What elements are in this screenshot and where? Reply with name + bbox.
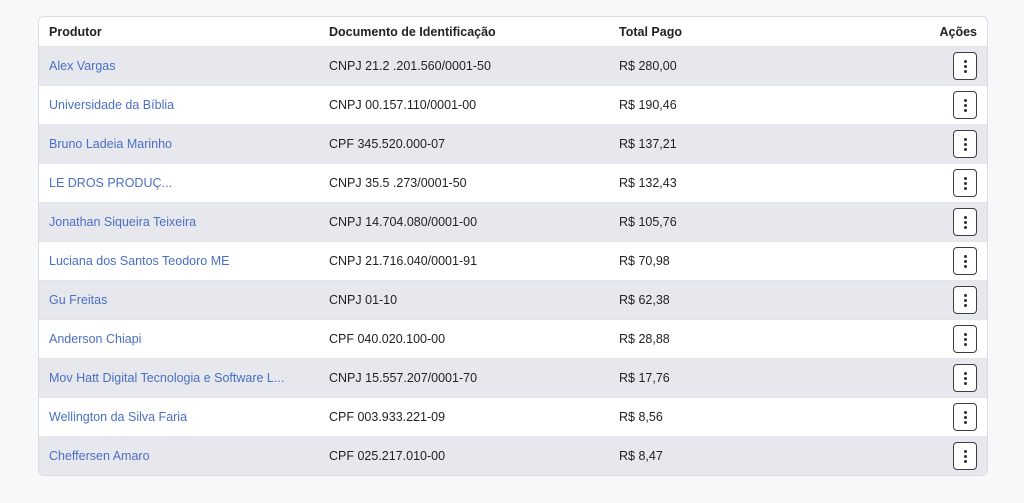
row-actions-button[interactable] xyxy=(953,364,977,392)
table-row: Cheffersen Amaro CPF 025.217.010-00 R$ 8… xyxy=(39,437,987,475)
producer-link[interactable]: Gu Freitas xyxy=(49,293,319,307)
producers-table: Produtor Documento de Identificação Tota… xyxy=(38,16,988,476)
row-actions-button[interactable] xyxy=(953,130,977,158)
producer-link[interactable]: Mov Hatt Digital Tecnologia e Software L… xyxy=(49,371,319,385)
kebab-vertical-icon xyxy=(963,215,967,229)
total-paid: R$ 17,76 xyxy=(619,371,670,385)
row-actions-button[interactable] xyxy=(953,169,977,197)
header-document: Documento de Identificação xyxy=(329,24,496,39)
table-row: LE DROS PRODUÇ... CNPJ 35.5 .273/0001-50… xyxy=(39,164,987,203)
producer-link[interactable]: Bruno Ladeia Marinho xyxy=(49,137,319,151)
header-actions: Ações xyxy=(909,25,987,39)
table-row: Bruno Ladeia Marinho CPF 345.520.000-07 … xyxy=(39,125,987,164)
header-actions-label: Ações xyxy=(939,24,977,39)
total-paid: R$ 105,76 xyxy=(619,215,677,229)
kebab-vertical-icon xyxy=(963,449,967,463)
total-paid: R$ 62,38 xyxy=(619,293,670,307)
document-id: CNPJ 21.716.040/0001-91 xyxy=(329,254,478,268)
table-row: Wellington da Silva Faria CPF 003.933.22… xyxy=(39,398,987,437)
document-id: CPF 345.520.000-07 xyxy=(329,137,446,151)
row-actions-button[interactable] xyxy=(953,52,977,80)
table-row: Universidade da Bíblia CNPJ 00.157.110/0… xyxy=(39,86,987,125)
header-total: Total Pago xyxy=(619,24,682,39)
total-paid: R$ 28,88 xyxy=(619,332,670,346)
kebab-vertical-icon xyxy=(963,98,967,112)
producer-link[interactable]: Wellington da Silva Faria xyxy=(49,410,319,424)
row-actions-button[interactable] xyxy=(953,286,977,314)
producer-link[interactable]: Cheffersen Amaro xyxy=(49,449,319,463)
kebab-vertical-icon xyxy=(963,137,967,151)
row-actions-button[interactable] xyxy=(953,325,977,353)
kebab-vertical-icon xyxy=(963,410,967,424)
table-row: Alex Vargas CNPJ 21.2 .201.560/0001-50 R… xyxy=(39,47,987,86)
document-id: CPF 003.933.221-09 xyxy=(329,410,446,424)
producer-link[interactable]: Alex Vargas xyxy=(49,59,319,73)
kebab-vertical-icon xyxy=(963,59,967,73)
total-paid: R$ 190,46 xyxy=(619,98,677,112)
table-header: Produtor Documento de Identificação Tota… xyxy=(39,17,987,47)
document-id: CNPJ 15.557.207/0001-70 xyxy=(329,371,478,385)
document-id: CNPJ 21.2 .201.560/0001-50 xyxy=(329,59,491,73)
row-actions-button[interactable] xyxy=(953,403,977,431)
total-paid: R$ 8,56 xyxy=(619,410,663,424)
document-id: CPF 040.020.100-00 xyxy=(329,332,446,346)
row-actions-button[interactable] xyxy=(953,91,977,119)
document-id: CNPJ 01-10 xyxy=(329,293,398,307)
document-id: CNPJ 35.5 .273/0001-50 xyxy=(329,176,467,190)
total-paid: R$ 280,00 xyxy=(619,59,677,73)
kebab-vertical-icon xyxy=(963,371,967,385)
producer-link[interactable]: LE DROS PRODUÇ... xyxy=(49,176,319,190)
table-row: Jonathan Siqueira Teixeira CNPJ 14.704.0… xyxy=(39,203,987,242)
kebab-vertical-icon xyxy=(963,293,967,307)
total-paid: R$ 137,21 xyxy=(619,137,677,151)
document-id: CPF 025.217.010-00 xyxy=(329,449,446,463)
row-actions-button[interactable] xyxy=(953,442,977,470)
kebab-vertical-icon xyxy=(963,332,967,346)
producer-link[interactable]: Anderson Chiapi xyxy=(49,332,319,346)
table-row: Mov Hatt Digital Tecnologia e Software L… xyxy=(39,359,987,398)
table-row: Gu Freitas CNPJ 01-10 R$ 62,38 xyxy=(39,281,987,320)
document-id: CNPJ 00.157.110/0001-00 xyxy=(329,98,477,112)
kebab-vertical-icon xyxy=(963,176,967,190)
row-actions-button[interactable] xyxy=(953,208,977,236)
row-actions-button[interactable] xyxy=(953,247,977,275)
producer-link[interactable]: Universidade da Bíblia xyxy=(49,98,319,112)
total-paid: R$ 132,43 xyxy=(619,176,677,190)
document-id: CNPJ 14.704.080/0001-00 xyxy=(329,215,478,229)
total-paid: R$ 8,47 xyxy=(619,449,663,463)
table-row: Luciana dos Santos Teodoro ME CNPJ 21.71… xyxy=(39,242,987,281)
producer-link[interactable]: Jonathan Siqueira Teixeira xyxy=(49,215,319,229)
table-row: Anderson Chiapi CPF 040.020.100-00 R$ 28… xyxy=(39,320,987,359)
producer-link[interactable]: Luciana dos Santos Teodoro ME xyxy=(49,254,319,268)
total-paid: R$ 70,98 xyxy=(619,254,670,268)
kebab-vertical-icon xyxy=(963,254,967,268)
header-producer: Produtor xyxy=(49,24,102,39)
